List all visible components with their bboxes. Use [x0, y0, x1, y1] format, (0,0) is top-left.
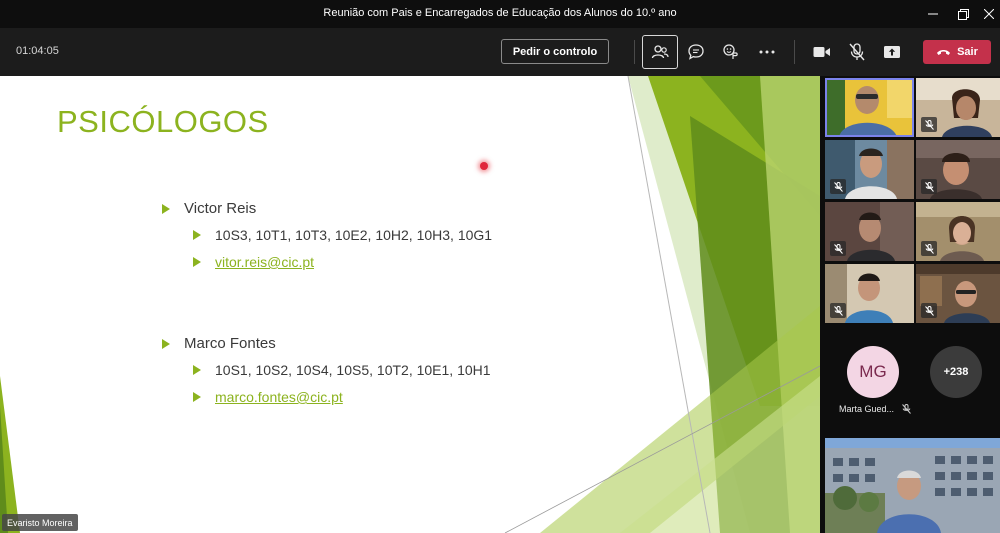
class-list: 10S1, 10S2, 10S4, 10S5, 10T2, 10E1, 10H1 [215, 362, 491, 378]
participant-video-tile[interactable] [825, 202, 914, 261]
participant-video-tile[interactable] [916, 264, 1000, 323]
minimize-icon [928, 13, 938, 15]
close-button[interactable] [972, 0, 1000, 28]
muted-badge [830, 241, 846, 256]
bullet-arrow-icon [193, 365, 201, 375]
mic-off-icon [924, 305, 934, 316]
window-title: Reunião com Pais e Encarregados de Educa… [323, 7, 677, 19]
share-screen-button[interactable] [876, 36, 908, 68]
slide-bullet-email-1: vitor.reis@cic.pt [193, 254, 314, 270]
bullet-arrow-icon [193, 230, 201, 240]
participant-name: Marta Gued... [839, 404, 895, 414]
shared-presentation-slide: PSICÓLOGOS Victor Reis 10S3, 10T1, 10T3,… [0, 76, 820, 533]
mic-off-icon [902, 404, 911, 414]
leave-label: Sair [957, 46, 978, 58]
mic-off-icon [833, 243, 843, 254]
toolbar-divider [794, 40, 795, 64]
participants-button[interactable] [642, 35, 678, 69]
request-control-button[interactable]: Pedir o controlo [501, 39, 609, 64]
chat-icon [688, 44, 704, 60]
slide-bullet-email-2: marco.fontes@cic.pt [193, 389, 343, 405]
email-link[interactable]: vitor.reis@cic.pt [215, 254, 314, 270]
more-options-button[interactable] [751, 36, 783, 68]
slide-bullet-psychologist-1: Victor Reis [162, 200, 256, 217]
psychologist-name: Marco Fontes [184, 335, 276, 352]
participant-avatar[interactable]: MG [847, 346, 899, 398]
more-icon [759, 50, 775, 54]
participant-video-tile[interactable] [825, 140, 914, 199]
self-video-preview [825, 438, 1000, 533]
bullet-arrow-icon [162, 338, 170, 349]
participant-video-tile-speaking[interactable] [825, 78, 914, 137]
slide-title: PSICÓLOGOS [57, 104, 269, 139]
meeting-timer: 01:04:05 [16, 45, 59, 57]
psychologist-name: Victor Reis [184, 200, 257, 217]
email-link[interactable]: marco.fontes@cic.pt [215, 389, 343, 405]
muted-badge [921, 179, 937, 194]
slide-bullet-classes-2: 10S1, 10S2, 10S4, 10S5, 10T2, 10E1, 10H1 [193, 362, 491, 378]
camera-button[interactable] [806, 36, 838, 68]
slide-background-decoration [0, 76, 820, 533]
leave-button[interactable]: Sair [923, 40, 991, 64]
share-icon [884, 46, 900, 58]
participant-name-label: Marta Gued... [839, 404, 911, 414]
presenter-name-tag: Evaristo Moreira [2, 514, 78, 531]
self-video [825, 438, 1000, 533]
toolbar-divider [634, 40, 635, 64]
muted-badge [921, 241, 937, 256]
microphone-button[interactable] [841, 36, 873, 68]
participant-video-tile[interactable] [916, 140, 1000, 199]
mic-off-icon [924, 119, 934, 130]
slide-bullet-classes-1: 10S3, 10T1, 10T3, 10E2, 10H2, 10H3, 10G1 [193, 227, 492, 243]
muted-badge [830, 179, 846, 194]
mic-off-icon [924, 243, 934, 254]
bullet-arrow-icon [193, 392, 201, 402]
more-participants-button[interactable]: +238 [930, 346, 982, 398]
teams-meeting-window: Reunião com Pais e Encarregados de Educa… [0, 0, 1000, 533]
restore-icon [957, 8, 969, 20]
meeting-toolbar: 01:04:05 Pedir o controlo Sair [0, 28, 1000, 76]
title-bar: Reunião com Pais e Encarregados de Educa… [0, 0, 1000, 28]
bullet-arrow-icon [193, 257, 201, 267]
bullet-arrow-icon [162, 203, 170, 214]
class-list: 10S3, 10T1, 10T3, 10E2, 10H2, 10H3, 10G1 [215, 227, 493, 243]
mic-off-icon [924, 181, 934, 192]
reactions-button[interactable] [715, 36, 747, 68]
people-icon [651, 45, 669, 59]
mic-off-icon [833, 305, 843, 316]
reactions-icon [723, 44, 738, 59]
muted-badge [921, 303, 937, 318]
muted-badge [830, 303, 846, 318]
participant-video-tile[interactable] [916, 78, 1000, 137]
camera-icon [813, 47, 830, 57]
close-icon [984, 9, 994, 19]
minimize-button[interactable] [916, 0, 950, 28]
participant-video-tile[interactable] [916, 202, 1000, 261]
hang-up-icon [937, 50, 951, 55]
mic-off-icon [849, 43, 865, 61]
participant-video-tile[interactable] [825, 264, 914, 323]
mic-off-icon [833, 181, 843, 192]
chat-button[interactable] [680, 36, 712, 68]
slide-bullet-psychologist-2: Marco Fontes [162, 335, 276, 352]
muted-badge [921, 117, 937, 132]
participants-gallery: MG Marta Gued... +238 [820, 76, 1000, 533]
laser-pointer [480, 162, 488, 170]
participant-video [825, 78, 914, 137]
